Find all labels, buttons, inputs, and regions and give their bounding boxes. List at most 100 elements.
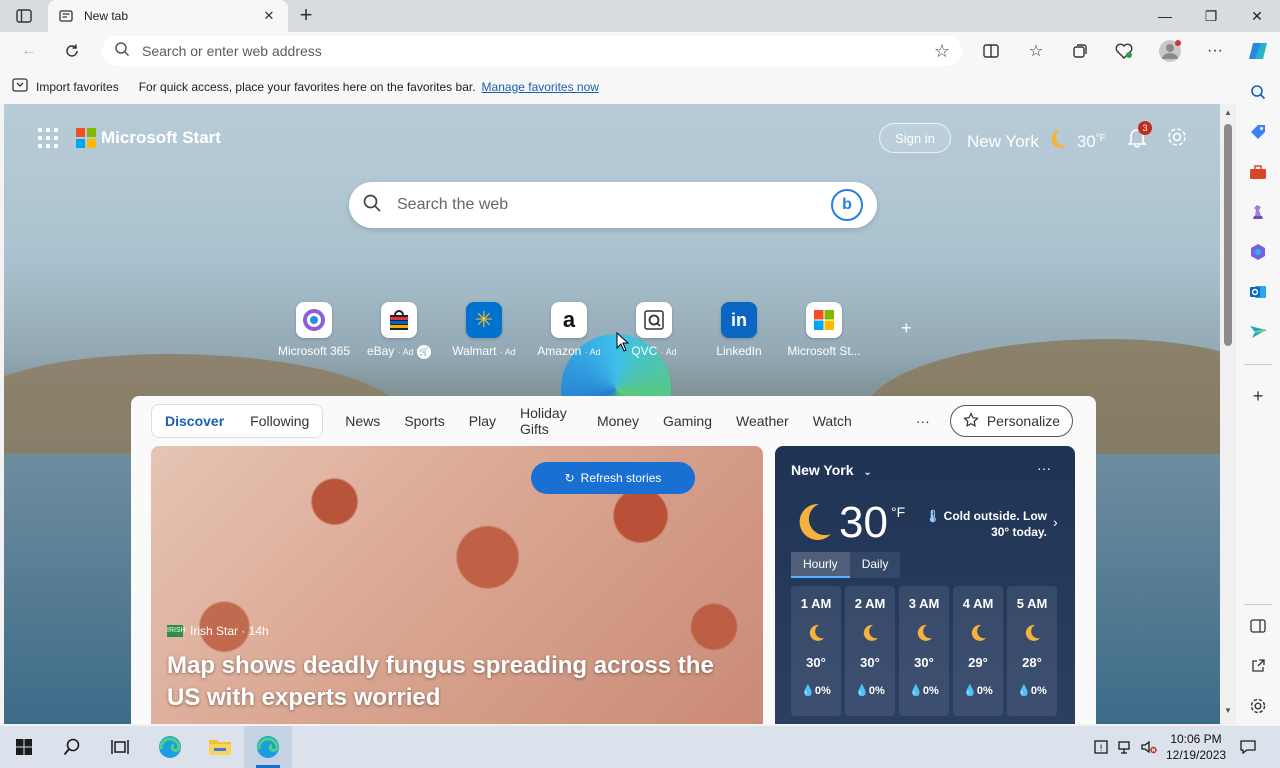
address-input[interactable] xyxy=(142,43,934,59)
system-tray-warning-icon[interactable]: ! xyxy=(1091,734,1111,760)
shopping-tag-icon[interactable] xyxy=(1246,120,1270,144)
weather-city-selector[interactable]: New York ⌄ xyxy=(791,462,872,478)
split-screen-icon[interactable] xyxy=(976,36,1006,66)
tab-daily[interactable]: Daily xyxy=(849,552,901,578)
drop-send-icon[interactable] xyxy=(1246,320,1270,344)
tab-close-icon[interactable]: ✕ xyxy=(260,8,278,24)
hide-sidebar-icon[interactable] xyxy=(1246,614,1270,638)
hour-card[interactable]: 2 AM 30° 💧0% xyxy=(845,586,895,716)
web-search-input[interactable] xyxy=(397,196,831,214)
hour-temp: 28° xyxy=(1022,655,1042,670)
browser-tab[interactable]: New tab ✕ xyxy=(48,0,288,32)
settings-more-icon[interactable]: ··· xyxy=(1200,36,1230,66)
ad-label: · Ad xyxy=(499,347,516,357)
scroll-up-icon[interactable]: ▲ xyxy=(1222,108,1234,117)
story-headline[interactable]: Map shows deadly fungus spreading across… xyxy=(167,650,747,714)
tile-microsoft-365[interactable]: Microsoft 365 xyxy=(272,302,356,358)
hour-card[interactable]: 5 AM 28° 💧0% xyxy=(1007,586,1057,716)
tile-linkedin[interactable]: in LinkedIn xyxy=(697,302,781,358)
personalize-button[interactable]: Personalize xyxy=(949,405,1073,437)
feed-link-watch[interactable]: Watch xyxy=(801,413,864,429)
hour-card[interactable]: 4 AM 29° 💧0% xyxy=(953,586,1003,716)
taskbar-clock[interactable]: 10:06 PM 12/19/2023 xyxy=(1166,731,1226,763)
external-link-icon[interactable] xyxy=(1246,654,1270,678)
collections-icon[interactable] xyxy=(1065,36,1095,66)
tab-hourly[interactable]: Hourly xyxy=(791,552,850,578)
microsoft-365-sidebar-icon[interactable] xyxy=(1246,240,1270,264)
hero-story-card[interactable]: ↻ Refresh stories IRISH Irish Star · 14h… xyxy=(151,446,763,724)
manage-favorites-link[interactable]: Manage favorites now xyxy=(482,80,599,94)
browser-essentials-icon[interactable] xyxy=(1109,36,1139,66)
sidebar-settings-gear-icon[interactable] xyxy=(1246,694,1270,718)
copilot-icon[interactable] xyxy=(1243,36,1273,66)
back-button[interactable]: ← xyxy=(14,36,44,66)
hour-card[interactable]: 1 AM 30° 💧0% xyxy=(791,586,841,716)
add-sidebar-app-icon[interactable]: + xyxy=(1246,384,1270,408)
tools-toolbox-icon[interactable] xyxy=(1246,160,1270,184)
weather-more-menu[interactable]: ··· xyxy=(1037,460,1051,476)
edge-active-taskbar-icon[interactable] xyxy=(255,734,281,760)
tile-microsoft-store[interactable]: Microsoft St... xyxy=(782,302,866,358)
hour-card[interactable]: 3 AM 30° 💧0% xyxy=(899,586,949,716)
new-tab-button[interactable]: + xyxy=(294,4,318,28)
sidebar-search-icon[interactable] xyxy=(1246,80,1270,104)
edge-taskbar-icon[interactable] xyxy=(157,734,183,760)
windows-start-icon[interactable] xyxy=(11,734,37,760)
tile-amazon[interactable]: a Amazon · Ad xyxy=(527,302,611,358)
scrollbar-thumb[interactable] xyxy=(1224,124,1232,346)
refresh-stories-button[interactable]: ↻ Refresh stories xyxy=(531,462,695,494)
favorite-star-icon[interactable]: ☆ xyxy=(934,41,950,62)
brand-title[interactable]: Microsoft Start xyxy=(101,128,221,148)
close-window-button[interactable]: ✕ xyxy=(1234,0,1280,32)
bing-chat-icon[interactable]: b xyxy=(831,189,863,221)
feed-link-money[interactable]: Money xyxy=(585,413,651,429)
favorites-icon[interactable]: ☆ xyxy=(1021,36,1051,66)
scroll-down-icon[interactable]: ▼ xyxy=(1222,706,1234,715)
taskbar-search-icon[interactable] xyxy=(59,734,85,760)
tab-actions-icon[interactable] xyxy=(10,6,38,26)
header-weather[interactable]: New York 30 °F xyxy=(967,128,1106,155)
import-favorites-label: Import favorites xyxy=(36,79,119,94)
network-icon[interactable] xyxy=(1115,734,1135,760)
task-view-icon[interactable] xyxy=(107,734,133,760)
hour-time: 2 AM xyxy=(854,596,886,611)
svg-text:!: ! xyxy=(1099,744,1103,754)
add-shortcut-button[interactable]: + xyxy=(901,318,912,339)
favorites-bar: Import favorites For quick access, place… xyxy=(0,70,1280,103)
page-scrollbar[interactable]: ▲ ▼ xyxy=(1220,104,1236,724)
web-search-box[interactable]: b xyxy=(349,182,877,228)
app-launcher-icon[interactable] xyxy=(38,128,58,148)
sign-in-button[interactable]: Sign in xyxy=(879,123,951,153)
feed-link-weather[interactable]: Weather xyxy=(724,413,801,429)
notification-center-icon[interactable] xyxy=(1235,734,1261,760)
header-weather-temp: 30 xyxy=(1076,131,1096,151)
tile-ebay[interactable]: eBay · Ad 🛒 xyxy=(357,302,441,359)
feed-link-sports[interactable]: Sports xyxy=(392,413,456,429)
feed-link-gaming[interactable]: Gaming xyxy=(651,413,724,429)
outlook-icon[interactable] xyxy=(1246,280,1270,304)
volume-muted-icon[interactable] xyxy=(1139,734,1159,760)
minimize-button[interactable]: — xyxy=(1142,0,1188,32)
tab-discover[interactable]: Discover xyxy=(152,413,237,429)
feed-more-menu[interactable]: ··· xyxy=(916,413,930,429)
profile-avatar[interactable] xyxy=(1155,36,1185,66)
games-chess-icon[interactable] xyxy=(1246,200,1270,224)
file-explorer-icon[interactable] xyxy=(207,734,233,760)
import-favorites-button[interactable]: Import favorites xyxy=(12,78,119,95)
moon-icon xyxy=(860,623,880,643)
feed-link-play[interactable]: Play xyxy=(457,413,508,429)
moon-icon xyxy=(806,623,826,643)
tab-following[interactable]: Following xyxy=(237,413,322,429)
tile-walmart[interactable]: ✳ Walmart · Ad xyxy=(442,302,526,358)
chevron-right-icon[interactable]: › xyxy=(1053,514,1058,530)
address-bar[interactable]: ☆ xyxy=(102,36,962,66)
refresh-button[interactable] xyxy=(57,36,87,66)
feed-link-holiday-gifts[interactable]: Holiday Gifts xyxy=(508,405,585,437)
weather-summary[interactable]: 🌡 Cold outside. Low 30° today. xyxy=(925,508,1047,540)
page-settings-gear-icon[interactable] xyxy=(1166,126,1188,148)
feed-link-news[interactable]: News xyxy=(333,413,392,429)
story-source: IRISH Irish Star · 14h xyxy=(167,624,269,638)
hour-time: 5 AM xyxy=(1016,596,1048,611)
restore-button[interactable]: ❐ xyxy=(1188,0,1234,32)
favorites-message: For quick access, place your favorites h… xyxy=(138,79,476,94)
